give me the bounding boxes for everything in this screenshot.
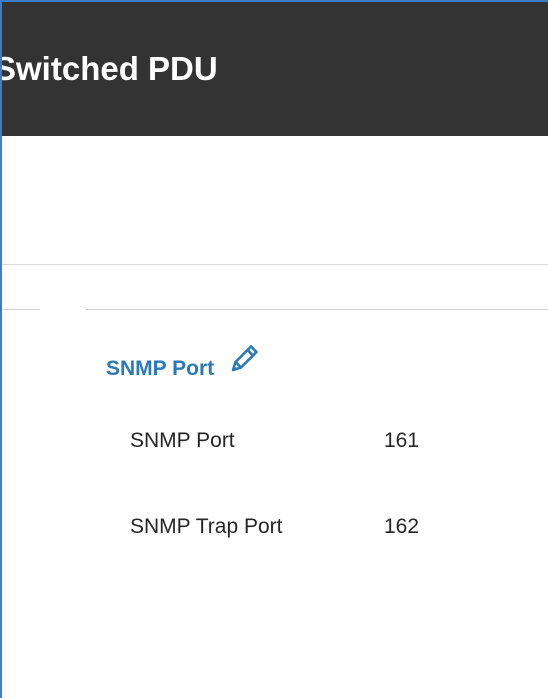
- page-header: Switched PDU: [2, 2, 548, 136]
- setting-value: 162: [384, 515, 420, 538]
- page-title: Switched PDU: [0, 50, 218, 87]
- setting-row-snmp-trap-port: SNMP Trap Port 162: [130, 508, 419, 546]
- section-divider: [2, 264, 548, 265]
- setting-row-snmp-port: SNMP Port 161: [130, 422, 419, 460]
- snmp-settings-list: SNMP Port 161 SNMP Trap Port 162: [130, 422, 419, 594]
- tab-underline-left: [2, 309, 40, 310]
- section-header: SNMP Port: [106, 335, 262, 383]
- app-window: Switched PDU SNMP Port SNMP Port 161 SNM…: [0, 0, 548, 698]
- setting-value: 161: [384, 429, 420, 452]
- setting-label: SNMP Port: [130, 429, 235, 452]
- pencil-icon[interactable]: [226, 341, 262, 377]
- section-title: SNMP Port: [106, 357, 215, 380]
- snmp-port-section: SNMP Port: [106, 335, 262, 383]
- setting-label: SNMP Trap Port: [130, 515, 283, 538]
- tab-underline-right: [86, 309, 548, 310]
